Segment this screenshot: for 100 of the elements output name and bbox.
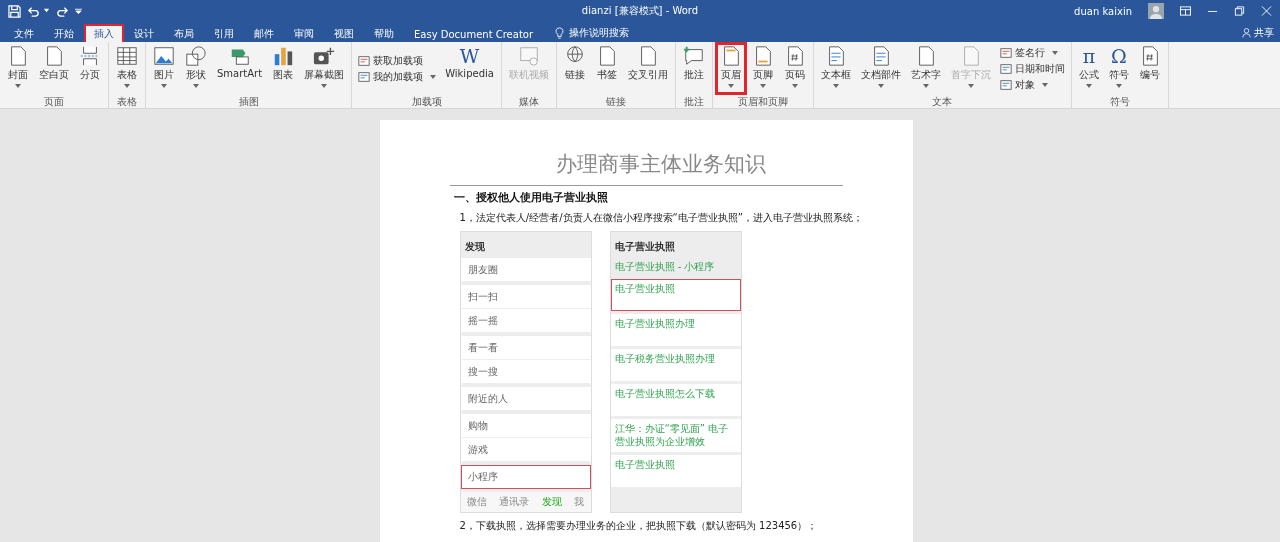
ribbon-tab[interactable]: 设计	[124, 24, 164, 42]
table-icon	[116, 45, 138, 67]
ribbon-button[interactable]: Ω 符号	[1103, 42, 1134, 95]
calendar-icon	[999, 62, 1012, 75]
ribbon-tab[interactable]: Easy Document Creator	[404, 24, 544, 42]
menu-row: 摇一摇	[460, 309, 591, 336]
caret-icon	[967, 84, 974, 88]
tab-label: 微信	[466, 495, 487, 509]
ribbon-display-icon[interactable]	[1180, 6, 1191, 16]
ribbon-tab[interactable]: 文件	[4, 24, 44, 42]
caret-icon	[832, 84, 839, 88]
ribbon-tab[interactable]: 邮件	[244, 24, 284, 42]
menu-row: 附近的人	[460, 387, 591, 414]
group-label: 符号	[1108, 95, 1131, 108]
paragraph: 2，下载执照，选择需要办理业务的企业，把执照下载（默认密码为 123456）；	[459, 519, 819, 533]
search-result: 电子营业执照怎么下载	[610, 384, 741, 416]
group-label: 批注	[682, 95, 705, 108]
ribbon-button[interactable]: 对象	[997, 76, 1067, 93]
add-in-icon	[358, 70, 371, 83]
ribbon-button[interactable]: 分页	[74, 42, 106, 95]
lightbulb-icon[interactable]	[555, 27, 565, 39]
ribbon-button[interactable]: 图片	[148, 42, 180, 95]
picture-icon	[153, 45, 175, 67]
caret-icon[interactable]	[43, 8, 50, 14]
ribbon-tab[interactable]: 视图	[324, 24, 364, 42]
ribbon-button[interactable]: 获取加载项	[356, 52, 439, 69]
ribbon-tab[interactable]: 插入	[84, 24, 124, 42]
caret-icon	[727, 84, 734, 88]
menu-row: 扫一扫	[460, 285, 591, 309]
ribbon-tab[interactable]: 引用	[204, 24, 244, 42]
caret-icon	[877, 84, 884, 88]
user-name[interactable]: duan kaixin	[1074, 5, 1132, 17]
caret-icon	[759, 84, 766, 88]
caret-icon	[15, 84, 21, 88]
ribbon-button[interactable]: 书签	[590, 42, 623, 95]
caret-icon	[1085, 84, 1092, 88]
caret-icon	[791, 84, 798, 88]
ribbon-button[interactable]: 页码	[778, 42, 811, 95]
store-icon	[358, 54, 371, 67]
group-label: 媒体	[517, 95, 540, 108]
ribbon-button[interactable]: π 公式	[1073, 42, 1104, 95]
page-break-icon	[79, 45, 101, 67]
person-icon[interactable]	[1242, 27, 1251, 39]
search-result: 电子税务营业执照办理	[610, 349, 741, 381]
document-title: 办理商事主体业务知识	[555, 151, 767, 178]
save-icon[interactable]	[8, 4, 21, 18]
group-label: 页面	[43, 95, 65, 108]
ribbon-button[interactable]: 图表	[267, 42, 300, 95]
menu-row: 搜一搜	[460, 360, 591, 387]
ribbon-button[interactable]: 批注	[677, 42, 710, 95]
tab-label: 通讯录	[499, 495, 530, 509]
caret-icon	[1115, 84, 1122, 88]
menu-row: 购物	[460, 414, 591, 438]
bar-chart-icon	[272, 45, 295, 67]
camera-icon	[313, 45, 336, 67]
ribbon-button[interactable]: 艺术字	[905, 42, 946, 95]
caret-icon	[193, 84, 199, 88]
ribbon-button[interactable]: 表格	[111, 42, 143, 95]
ribbon-button[interactable]: 交叉引用	[622, 42, 673, 95]
ribbon-tab[interactable]: 帮助	[364, 24, 404, 42]
ribbon-button[interactable]: SmartArt	[212, 42, 268, 95]
ribbon-button[interactable]: 文档部件	[855, 42, 906, 95]
ribbon-button[interactable]: 页脚	[746, 42, 779, 95]
caret-icon	[161, 84, 167, 88]
symbol-glyph: π	[1082, 45, 1096, 67]
search-result: 电子营业执照	[610, 455, 741, 487]
caret-icon	[430, 74, 437, 79]
ribbon-button[interactable]: 页眉	[714, 42, 747, 95]
tell-me-search[interactable]: 操作说明搜索	[569, 26, 630, 40]
paragraph: 1，法定代表人/经营者/负责人在微信小程序搜索“电子营业执照”，进入电子营业执照系统；	[459, 211, 864, 225]
close-icon[interactable]	[1261, 6, 1272, 16]
caret-icon	[124, 84, 130, 88]
screen-title: 电子营业执照	[613, 240, 676, 254]
menu-row: 看一看	[460, 336, 591, 360]
ribbon-button[interactable]: 编号	[1133, 42, 1166, 95]
ribbon-button[interactable]: 形状	[180, 42, 212, 95]
shapes-icon	[185, 45, 207, 67]
symbol-glyph: W	[459, 45, 480, 67]
customize-icon[interactable]	[75, 8, 82, 14]
share-button[interactable]: 共享	[1254, 26, 1274, 40]
ribbon-button[interactable]: 文本框	[815, 42, 856, 95]
group-label: 链接	[604, 95, 627, 108]
ribbon-button[interactable]: 签名行	[997, 44, 1067, 61]
ribbon-button[interactable]: 屏幕截图	[299, 42, 350, 95]
ribbon-button[interactable]: 我的加载项	[356, 68, 439, 85]
caret-icon	[922, 84, 929, 88]
ribbon-button[interactable]: 链接	[558, 42, 591, 95]
caret-icon	[321, 84, 328, 88]
restore-icon[interactable]	[1234, 6, 1245, 16]
ribbon-button[interactable]: 日期和时间	[997, 60, 1067, 77]
ribbon-tab[interactable]: 布局	[164, 24, 204, 42]
ribbon-button[interactable]: 封面	[2, 42, 34, 95]
caret-icon	[1041, 82, 1048, 87]
symbol-glyph: Ω	[1111, 45, 1127, 67]
ribbon-tab[interactable]: 开始	[44, 24, 84, 42]
window-title: dianzi [兼容模式] - Word	[580, 4, 700, 18]
ribbon-tab[interactable]: 审阅	[284, 24, 324, 42]
ribbon-button[interactable]: 空白页	[34, 42, 74, 95]
ribbon-button[interactable]: W Wikipedia	[440, 42, 499, 95]
search-result: 电子营业执照办理	[610, 314, 741, 346]
